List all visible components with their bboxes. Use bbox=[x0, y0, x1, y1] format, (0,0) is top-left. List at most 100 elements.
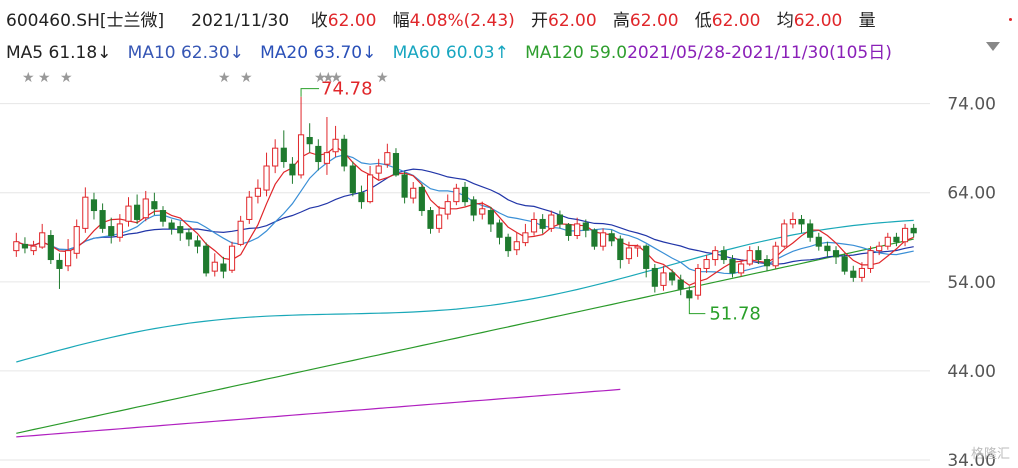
ma60-line bbox=[16, 219, 914, 363]
candle-body bbox=[237, 220, 244, 245]
candle-body bbox=[315, 145, 322, 163]
close-label: 收 bbox=[310, 11, 328, 31]
candle-body bbox=[168, 222, 175, 229]
candle-body bbox=[651, 267, 658, 287]
candle-body bbox=[56, 259, 63, 269]
candle-body bbox=[90, 199, 98, 212]
ma120-line bbox=[16, 238, 914, 434]
close-value: 62.00 bbox=[327, 11, 377, 31]
indicator-dot bbox=[1009, 18, 1012, 21]
candle-body bbox=[755, 250, 762, 261]
star-marker: ★ bbox=[376, 70, 389, 86]
candle-body bbox=[884, 236, 891, 247]
candle-body bbox=[177, 226, 184, 234]
candle-body bbox=[444, 201, 451, 215]
star-marker: ★ bbox=[330, 70, 343, 86]
candle-body bbox=[815, 236, 822, 247]
candle-body bbox=[677, 279, 684, 290]
high-value: 62.00 bbox=[629, 11, 679, 31]
candle-body bbox=[910, 227, 917, 234]
candle-body bbox=[487, 210, 494, 225]
candle-body bbox=[539, 218, 546, 229]
star-marker: ★ bbox=[218, 70, 231, 86]
candle-body bbox=[185, 232, 192, 240]
low-mark-leader bbox=[688, 301, 706, 315]
candle-body bbox=[13, 241, 20, 252]
low-label: 低 bbox=[694, 11, 712, 31]
candle-body bbox=[254, 187, 262, 197]
star-marker: ★ bbox=[240, 70, 253, 86]
candle-body bbox=[634, 245, 641, 249]
candle-body bbox=[453, 187, 460, 203]
chevron-down-icon[interactable] bbox=[986, 42, 1000, 51]
candle-body bbox=[246, 196, 253, 220]
candle-body bbox=[461, 186, 469, 203]
candle-body bbox=[470, 199, 477, 216]
candle-body bbox=[64, 250, 72, 267]
candle-body bbox=[643, 245, 650, 269]
candle-body bbox=[349, 165, 356, 194]
candle-body bbox=[789, 218, 796, 225]
candle-body bbox=[522, 232, 529, 244]
candle-body bbox=[211, 261, 218, 272]
candle-body bbox=[858, 267, 866, 278]
open-label: 开 bbox=[531, 11, 549, 31]
candle-body bbox=[418, 186, 425, 212]
candle-body bbox=[134, 204, 141, 220]
quote-date: 2021/11/30 bbox=[191, 11, 290, 31]
candle-body bbox=[392, 153, 400, 176]
candle-body bbox=[99, 210, 106, 229]
candle-body bbox=[548, 214, 555, 229]
candle-body bbox=[867, 250, 874, 269]
candle-body bbox=[582, 222, 589, 231]
candle-body bbox=[436, 214, 443, 229]
candle-body bbox=[384, 152, 391, 165]
candle-body bbox=[297, 134, 305, 176]
high-label: 高 bbox=[612, 11, 630, 31]
candle-body bbox=[694, 267, 702, 296]
candle-body bbox=[228, 245, 236, 271]
candle-body bbox=[47, 234, 54, 261]
candle-body bbox=[108, 226, 115, 236]
candle-body bbox=[591, 229, 598, 247]
candle-body bbox=[901, 227, 909, 243]
candle-body bbox=[82, 196, 89, 229]
candle-body bbox=[513, 241, 520, 251]
candle-body bbox=[574, 223, 581, 236]
candle-body bbox=[660, 272, 667, 286]
candle-body bbox=[116, 223, 123, 238]
candle-body bbox=[496, 222, 503, 238]
candle-body bbox=[505, 236, 512, 252]
avg-label: 均 bbox=[776, 11, 794, 31]
candle-body bbox=[608, 233, 615, 242]
candle-body bbox=[832, 250, 840, 258]
avg-value: 62.00 bbox=[793, 11, 843, 31]
candle-body bbox=[358, 192, 365, 203]
candle-body bbox=[738, 263, 745, 274]
candle-body bbox=[599, 232, 607, 247]
candle-body bbox=[306, 136, 313, 145]
candle-body bbox=[772, 245, 779, 267]
candle-body bbox=[781, 223, 788, 247]
low-value: 62.00 bbox=[711, 11, 761, 31]
ma10-line bbox=[16, 154, 914, 275]
star-marker: ★ bbox=[38, 70, 51, 86]
candle-body bbox=[323, 152, 331, 164]
candle-body bbox=[401, 174, 408, 198]
candle-body bbox=[427, 210, 434, 229]
y-tick-label: 74.00 bbox=[947, 95, 996, 115]
candle-body bbox=[21, 243, 29, 249]
candle-body bbox=[159, 210, 167, 222]
candle-body bbox=[565, 224, 572, 236]
candle-body bbox=[763, 259, 771, 267]
candle-body bbox=[39, 232, 46, 248]
candle-body bbox=[530, 218, 538, 233]
candle-body bbox=[332, 138, 339, 153]
candle-body bbox=[375, 165, 382, 174]
candle-body bbox=[203, 245, 210, 274]
candle-body bbox=[263, 165, 270, 191]
candle-body bbox=[798, 218, 805, 225]
candle-body bbox=[850, 270, 857, 278]
candle-body bbox=[841, 256, 848, 272]
stock-code: 600460.SH[士兰微] bbox=[6, 11, 165, 31]
